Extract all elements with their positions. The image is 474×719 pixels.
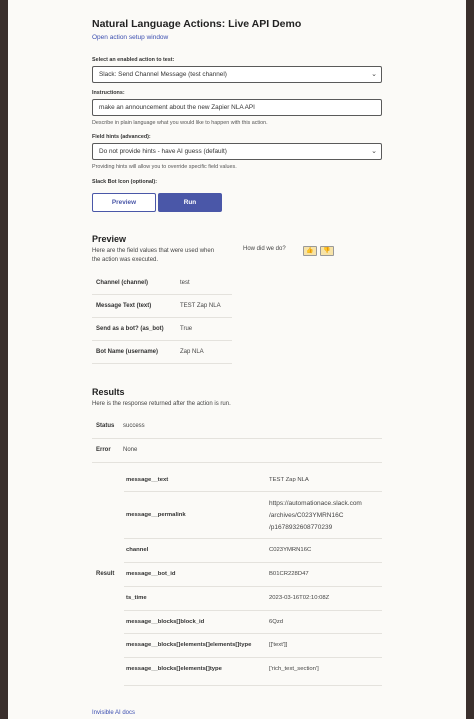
instructions-input[interactable]: make an announcement about the new Zapie… <box>92 99 382 116</box>
preview-button[interactable]: Preview <box>92 193 156 212</box>
feedback-prompt: How did we do? <box>243 246 286 252</box>
result-row: message__blocks[]block_id 6Qzd <box>124 611 382 634</box>
preview-row-key: Bot Name (username) <box>96 349 159 355</box>
preview-heading: Preview <box>92 234 127 244</box>
preview-row-key: Send as a bot? (as_bot) <box>96 326 164 332</box>
instructions-hint: Describe in plain language what you woul… <box>92 120 268 126</box>
preview-row: Send as a bot? (as_bot) True <box>92 318 232 341</box>
status-value: success <box>123 423 145 429</box>
result-row-value: TEST Zap NLA <box>269 477 309 483</box>
bot-icon-label: Slack Bot Icon (optional): <box>92 179 157 185</box>
status-row: Status success <box>92 415 382 439</box>
result-row-value: C023YMRN16C <box>269 547 312 553</box>
preview-row: Message Text (text) TEST Zap NLA <box>92 295 232 318</box>
field-hints-select[interactable]: Do not provide hints - have AI guess (de… <box>92 143 382 160</box>
result-row: message__blocks[]elements[]elements[]typ… <box>124 634 382 658</box>
result-row-value: B01CR228D47 <box>269 571 309 577</box>
action-select-value: Slack: Send Channel Message (test channe… <box>99 71 227 78</box>
preview-desc-line2: the action was executed. <box>92 257 159 263</box>
page-title: Natural Language Actions: Live API Demo <box>92 18 302 30</box>
preview-row-key: Channel (channel) <box>96 280 149 286</box>
result-row-key: message__blocks[]block_id <box>126 619 205 625</box>
preview-row-value: True <box>180 326 193 332</box>
result-row: message__blocks[]elements[]type ['rich_t… <box>124 658 382 686</box>
result-row-key: ts_time <box>126 595 147 601</box>
result-row-key: channel <box>126 547 149 553</box>
result-row-key: message__blocks[]elements[]type <box>126 666 222 672</box>
result-row: ts_time 2023-03-16T02:10:08Z <box>124 587 382 611</box>
action-select-label: Select an enabled action to test: <box>92 57 175 63</box>
preview-desc-line1: Here are the field values that were used… <box>92 248 215 254</box>
permalink-link[interactable]: /p1678932608770239 <box>269 522 332 534</box>
result-row: message__text TEST Zap NLA <box>124 468 382 492</box>
instructions-label: Instructions: <box>92 90 125 96</box>
result-row: channel C023YMRN16C <box>124 539 382 563</box>
docs-link[interactable]: Invisible AI docs <box>92 710 135 716</box>
preview-row-value: TEST Zap NLA <box>180 303 221 309</box>
result-row: message__bot_id B01CR228D47 <box>124 563 382 587</box>
thumbs-up-icon[interactable]: 👍 <box>303 246 317 256</box>
error-value: None <box>123 447 138 453</box>
permalink-link[interactable]: /archives/C023YMRN16C <box>269 510 343 522</box>
permalink-link[interactable]: https://automationace.slack.com <box>269 498 362 510</box>
page: Natural Language Actions: Live API Demo … <box>8 0 466 719</box>
field-hints-hint: Providing hints will allow you to overri… <box>92 164 237 170</box>
preview-row-value: test <box>180 280 190 286</box>
error-key: Error <box>96 447 111 453</box>
results-heading: Results <box>92 387 125 397</box>
status-key: Status <box>96 423 115 429</box>
instructions-input-value: make an announcement about the new Zapie… <box>99 104 255 111</box>
result-row-key: message__permalink <box>126 512 186 518</box>
field-hints-select-value: Do not provide hints - have AI guess (de… <box>99 148 227 155</box>
preview-row-value: Zap NLA <box>180 349 204 355</box>
result-row-key: message__blocks[]elements[]elements[]typ… <box>126 642 252 648</box>
preview-row: Bot Name (username) Zap NLA <box>92 341 232 364</box>
result-row-value: [['text']] <box>269 642 288 648</box>
result-row-value: ['rich_text_section'] <box>269 666 319 672</box>
result-row-value: 6Qzd <box>269 619 284 625</box>
result-row-key: message__text <box>126 477 169 483</box>
error-row: Error None <box>92 439 382 463</box>
result-row: message__permalink https://automationace… <box>124 492 382 539</box>
results-desc: Here is the response returned after the … <box>92 401 231 407</box>
open-action-setup-link[interactable]: Open action setup window <box>92 34 168 41</box>
action-select[interactable]: Slack: Send Channel Message (test channe… <box>92 66 382 83</box>
preview-row-key: Message Text (text) <box>96 303 152 309</box>
run-button[interactable]: Run <box>158 193 222 212</box>
field-hints-label: Field hints (advanced): <box>92 134 151 140</box>
result-row-key: message__bot_id <box>126 571 176 577</box>
result-key: Result <box>96 571 115 577</box>
thumbs-down-icon[interactable]: 👎 <box>320 246 334 256</box>
chevron-down-icon: ⌄ <box>371 148 377 155</box>
result-row-value: 2023-03-16T02:10:08Z <box>269 595 330 601</box>
chevron-down-icon: ⌄ <box>371 71 377 78</box>
preview-row: Channel (channel) test <box>92 272 232 295</box>
